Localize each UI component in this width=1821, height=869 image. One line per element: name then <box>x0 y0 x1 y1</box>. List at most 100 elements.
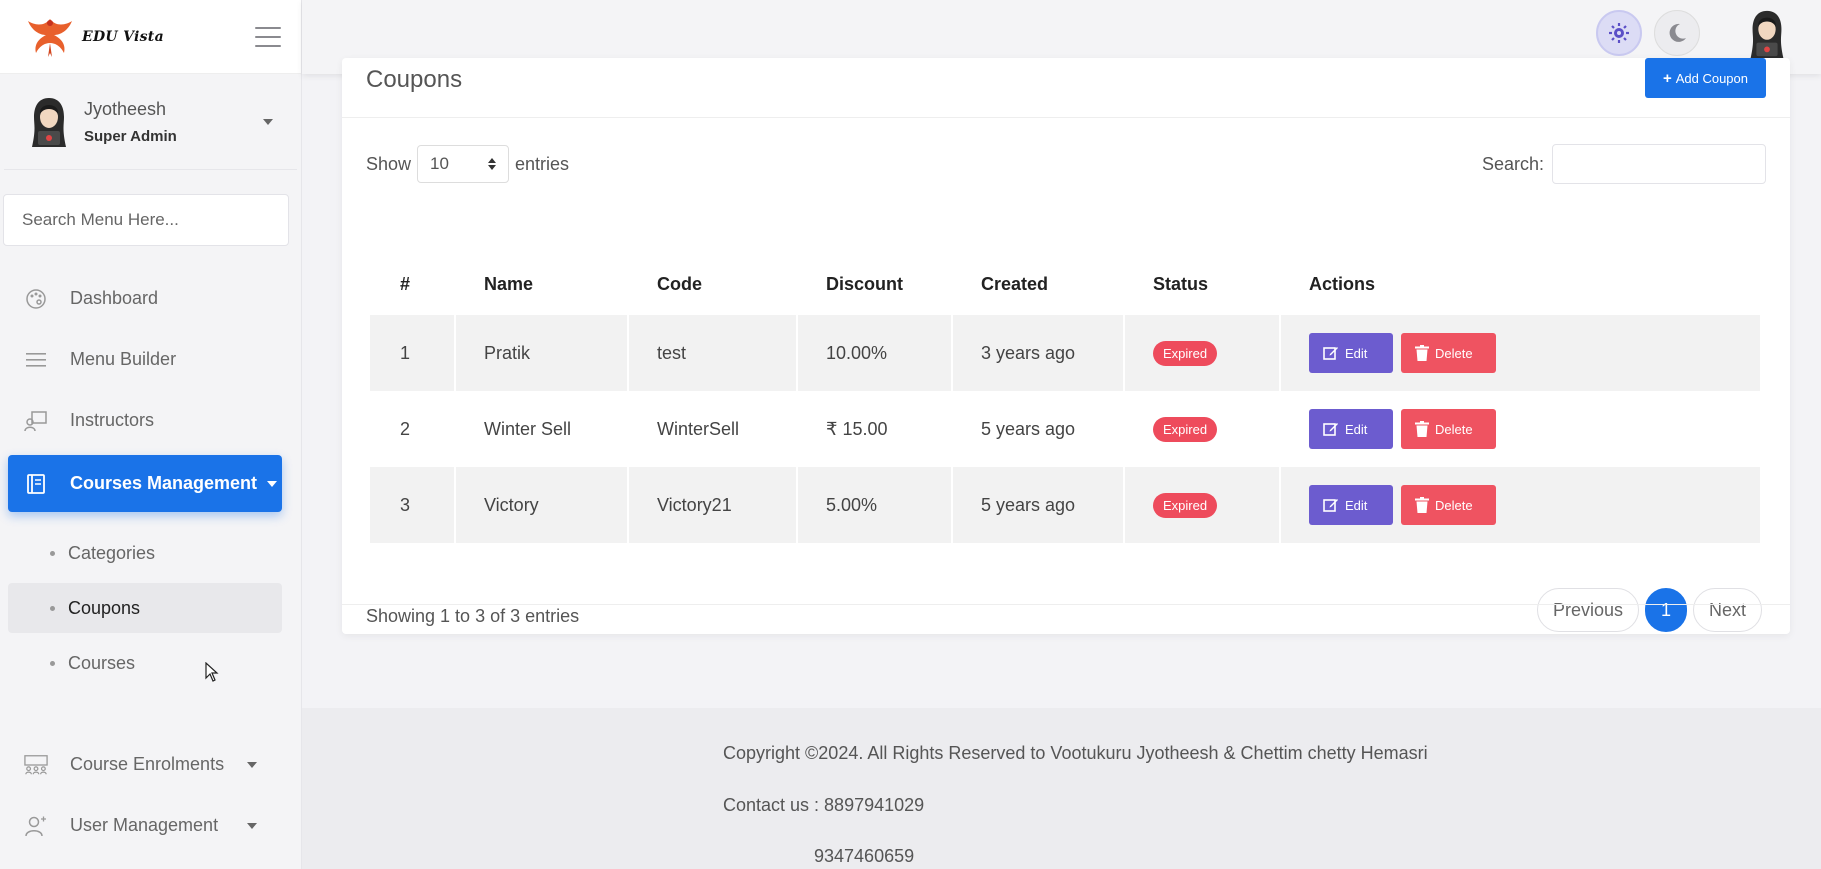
column-header-created[interactable]: Created <box>953 253 1123 315</box>
sidebar-item-menu-builder[interactable]: Menu Builder <box>0 329 301 390</box>
entries-label: entries <box>515 153 570 174</box>
user-profile[interactable]: Jyotheesh Super Admin <box>4 74 297 170</box>
coupons-table: # Name Code Discount Created Status Acti… <box>368 253 1762 543</box>
cell-code: test <box>629 315 796 391</box>
cell-actions: Edit Delete <box>1281 391 1760 467</box>
card-header: Coupons + Add Coupon <box>342 58 1790 118</box>
sidebar-subitem-label: Coupons <box>68 597 141 618</box>
cell-number: 2 <box>400 418 411 439</box>
status-badge: Expired <box>1153 340 1218 366</box>
table-row: 2 Winter Sell WinterSell ₹ 15.00 5 years… <box>370 391 1760 467</box>
chevron-down-icon <box>247 761 257 768</box>
bullet-icon <box>50 605 55 611</box>
edit-icon <box>1323 423 1338 436</box>
column-header-status[interactable]: Status <box>1125 253 1279 315</box>
sidebar-item-label: Course Enrolments <box>70 754 225 774</box>
contact-text: Contact us : 8897941029 <box>723 795 925 815</box>
trash-icon <box>1415 345 1429 361</box>
cell-discount: 10.00% <box>798 315 951 391</box>
trash-icon <box>1415 497 1429 513</box>
column-header-number[interactable]: # <box>370 253 454 315</box>
edit-icon <box>1323 347 1338 360</box>
delete-button[interactable]: Delete <box>1401 333 1496 373</box>
instructor-icon <box>24 409 48 433</box>
chevron-down-icon <box>267 480 278 487</box>
sidebar-item-label: Dashboard <box>70 288 159 308</box>
sidebar-toggle-icon[interactable] <box>255 26 281 47</box>
table-row: 1 Pratik test 10.00% 3 years ago Expired… <box>370 315 1760 391</box>
sidebar-item-course-enrolments[interactable]: Course Enrolments <box>0 734 301 795</box>
menu-icon <box>24 348 48 372</box>
courses-submenu: Categories Coupons Courses <box>0 528 301 688</box>
column-header-discount[interactable]: Discount <box>798 253 951 315</box>
user-role: Super Admin <box>84 127 177 145</box>
user-menu-caret-icon[interactable] <box>263 118 273 125</box>
page-footer: Copyright ©2024. All Rights Reserved to … <box>302 708 1821 869</box>
cell-name: Victory <box>456 467 627 543</box>
table-search: Search: <box>1482 144 1766 184</box>
sidebar-subitem-label: Categories <box>68 542 156 563</box>
table-search-input[interactable] <box>1552 144 1766 184</box>
sidebar-item-label: User Management <box>70 815 219 835</box>
sidebar-subitem-coupons[interactable]: Coupons <box>8 583 282 633</box>
column-header-name[interactable]: Name <box>456 253 627 315</box>
cell-code: Victory21 <box>629 467 796 543</box>
edit-label: Edit <box>1345 497 1368 513</box>
bullet-icon <box>50 660 55 666</box>
sidebar-subitem-courses[interactable]: Courses <box>8 638 282 688</box>
delete-label: Delete <box>1435 345 1473 361</box>
light-theme-button[interactable] <box>1596 10 1642 56</box>
cell-discount: 5.00% <box>798 467 951 543</box>
search-menu-input[interactable] <box>3 194 289 246</box>
dark-theme-button[interactable] <box>1654 10 1700 56</box>
edit-button[interactable]: Edit <box>1309 409 1393 449</box>
sidebar-item-dashboard[interactable]: Dashboard <box>0 268 301 329</box>
sidebar-item-courses-management[interactable]: Courses Management <box>8 455 282 512</box>
contact-phone-2: 9347460659 <box>814 846 915 866</box>
column-header-actions: Actions <box>1309 273 1376 294</box>
cell-number: 3 <box>370 467 454 543</box>
bullet-icon <box>50 550 55 556</box>
copyright-text: Copyright ©2024. All Rights Reserved to … <box>723 743 1428 763</box>
cell-name: Winter Sell <box>484 418 572 439</box>
edit-label: Edit <box>1345 345 1368 361</box>
column-header-code[interactable]: Code <box>629 253 796 315</box>
brand-logo[interactable]: EDU Vista <box>24 13 164 61</box>
sidebar-subitem-categories[interactable]: Categories <box>8 528 282 578</box>
coupons-card: Coupons + Add Coupon Show 10 entries Sea… <box>342 58 1790 634</box>
search-label: Search: <box>1481 153 1544 174</box>
cell-actions: Edit Delete <box>1281 467 1760 543</box>
sidebar-item-user-management[interactable]: User Management <box>0 795 301 856</box>
cell-code: WinterSell <box>657 418 740 439</box>
sun-gear-icon <box>1609 23 1629 43</box>
table-header-row: # Name Code Discount Created Status Acti… <box>370 253 1760 315</box>
entries-select[interactable]: 10 <box>417 145 510 183</box>
enrolment-icon <box>24 753 48 777</box>
edit-icon <box>1323 499 1338 512</box>
show-label: Show <box>366 153 412 174</box>
edit-button[interactable]: Edit <box>1309 333 1393 373</box>
chevron-down-icon <box>247 822 257 829</box>
sidebar-item-instructors[interactable]: Instructors <box>0 390 301 451</box>
delete-button[interactable]: Delete <box>1401 485 1496 525</box>
profile-avatar-icon[interactable] <box>1743 8 1791 60</box>
edit-button[interactable]: Edit <box>1309 485 1393 525</box>
delete-button[interactable]: Delete <box>1401 409 1496 449</box>
card-footer <box>342 604 1790 634</box>
table-row: 3 Victory Victory21 5.00% 5 years ago Ex… <box>370 467 1760 543</box>
palette-icon <box>24 287 48 311</box>
book-icon <box>24 472 48 496</box>
delete-label: Delete <box>1435 421 1473 437</box>
cell-discount: ₹ 15.00 <box>826 418 888 439</box>
moon-icon <box>1669 23 1686 42</box>
select-arrows-icon <box>488 158 497 170</box>
table-controls: Show 10 entries Search: <box>342 118 1790 218</box>
cell-status: Expired <box>1125 315 1279 391</box>
status-badge: Expired <box>1153 416 1218 442</box>
sidebar-subitem-label: Courses <box>68 652 136 673</box>
cell-status: Expired <box>1125 467 1279 543</box>
entries-value: 10 <box>430 154 449 173</box>
cell-status: Expired <box>1125 391 1279 467</box>
cell-created: 5 years ago <box>981 418 1076 439</box>
add-coupon-button[interactable]: + Add Coupon <box>1644 58 1766 98</box>
